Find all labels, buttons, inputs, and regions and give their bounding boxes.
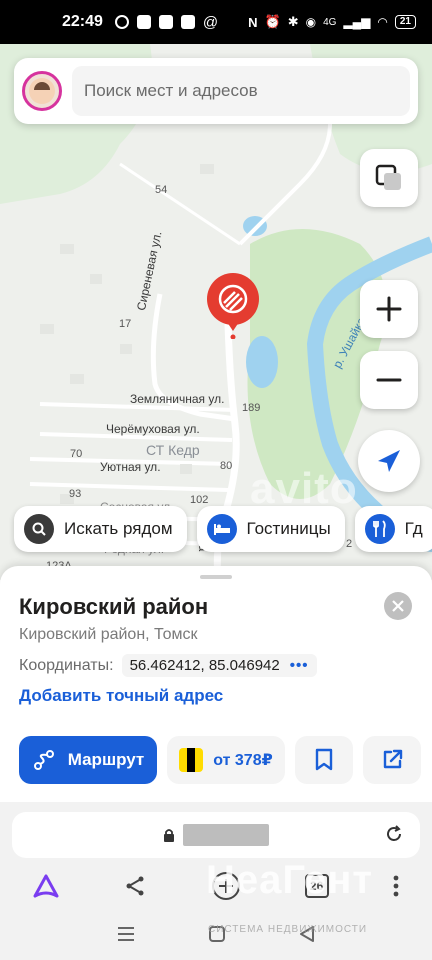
url-text-redacted <box>183 824 269 846</box>
house-number: 102 <box>190 494 209 506</box>
house-number: 93 <box>69 488 82 500</box>
url-bar[interactable] <box>12 812 420 858</box>
share-icon[interactable] <box>123 874 147 898</box>
search-card: Поиск мест и адресов <box>14 58 418 124</box>
location-icon: ◉ <box>305 15 317 29</box>
place-title: Кировский район <box>19 594 209 619</box>
bookmark-icon <box>315 748 333 771</box>
plus-icon <box>376 296 402 322</box>
fork-knife-icon <box>364 514 395 544</box>
status-time: 22:49 <box>62 13 103 30</box>
close-icon <box>392 600 404 612</box>
close-button[interactable] <box>384 592 412 620</box>
my-location-button[interactable] <box>358 430 420 492</box>
wifi-icon: ◠ <box>377 15 388 29</box>
more-icon[interactable]: ••• <box>290 657 309 674</box>
district-label: СТ Кедр <box>146 442 200 458</box>
coordinates-row: Координаты: 56.462412, 85.046942 ••• <box>19 654 317 677</box>
street-label-cheremukhovaya: Черёмуховая ул. <box>106 422 200 436</box>
user-avatar[interactable] <box>22 71 62 111</box>
taxi-button[interactable]: от 378₽ <box>167 736 285 784</box>
route-button[interactable]: Маршрут <box>19 736 157 784</box>
bookmark-button[interactable] <box>295 736 353 784</box>
place-card: Кировский район Кировский район, Томск К… <box>0 566 432 802</box>
layers-button[interactable] <box>360 149 418 207</box>
share-button[interactable] <box>363 736 421 784</box>
message-icon <box>136 15 151 29</box>
chip-food[interactable]: Гд <box>354 506 432 552</box>
signal-icon: ▂▄▆ <box>343 15 371 29</box>
sheet-grabber[interactable] <box>200 575 232 579</box>
chip-hotels[interactable]: Гостиницы <box>196 506 345 552</box>
category-chips: Искать рядом Гостиницы Гд <box>14 506 432 552</box>
notification-b-icon <box>114 15 129 29</box>
status-bar: 22:49 @ N ⏰ ✱ ◉ 4G ▂▄▆ ◠ 21 <box>0 0 432 44</box>
house-number: 17 <box>119 318 132 330</box>
navigation-arrow-icon <box>378 450 400 472</box>
house-number: 80 <box>220 460 233 472</box>
zoom-out-button[interactable] <box>360 351 418 409</box>
network-label: 4G <box>323 16 337 28</box>
place-actions: Маршрут от 378₽ <box>19 736 421 784</box>
chip-label: Гостиницы <box>246 519 331 538</box>
route-icon <box>33 750 54 770</box>
search-icon <box>24 514 54 544</box>
reload-icon[interactable] <box>384 824 404 844</box>
search-input[interactable]: Поиск мест и адресов <box>72 66 410 116</box>
taxi-price: от 378₽ <box>213 752 273 769</box>
chip-search-nearby[interactable]: Искать рядом <box>14 506 187 552</box>
bed-icon <box>206 514 237 544</box>
system-icons: N ⏰ ✱ ◉ 4G ▂▄▆ ◠ 21 <box>248 14 416 30</box>
at-icon: @ <box>202 13 219 31</box>
chat-icon <box>180 15 195 29</box>
alarm-icon: ⏰ <box>264 14 281 29</box>
nfc-icon: N <box>248 14 258 30</box>
menu-dots-icon[interactable] <box>392 874 400 898</box>
share-external-icon <box>383 749 403 769</box>
coordinates-label: Координаты: <box>19 656 114 674</box>
bluetooth-icon: ✱ <box>287 14 299 29</box>
lock-icon <box>164 829 174 842</box>
avatar-image <box>29 78 55 104</box>
taxi-logo-icon <box>179 748 204 772</box>
chip-label: Искать рядом <box>64 519 173 538</box>
location-pin-icon[interactable] <box>205 273 261 339</box>
layers-icon <box>375 164 401 190</box>
chip-label: Гд <box>404 519 423 538</box>
browser-toolbar: 26 НеаГент <box>0 802 432 908</box>
alice-icon[interactable] <box>32 873 60 899</box>
brand-watermark-subtitle: СИСТЕМА НЕДВИЖИМОСТИ <box>208 924 368 935</box>
house-number: 189 <box>242 402 261 414</box>
coordinates-value[interactable]: 56.462412, 85.046942 ••• <box>121 654 317 677</box>
street-label-uyutnaya: Уютная ул. <box>100 460 161 474</box>
recent-apps-icon[interactable] <box>117 926 135 942</box>
app-icon <box>158 15 173 29</box>
house-number: 54 <box>155 184 168 196</box>
coordinates-text: 56.462412, 85.046942 <box>129 657 280 674</box>
battery-icon: 21 <box>394 15 416 29</box>
brand-watermark: НеаГент <box>206 858 374 902</box>
notification-icons: @ <box>114 13 219 31</box>
minus-icon <box>376 378 402 382</box>
place-subtitle: Кировский район, Томск <box>19 626 198 643</box>
zoom-in-button[interactable] <box>360 280 418 338</box>
add-address-link[interactable]: Добавить точный адрес <box>19 686 223 706</box>
route-label: Маршрут <box>67 750 145 769</box>
house-number: 70 <box>70 448 83 460</box>
street-label-zemlyanichnaya: Земляничная ул. <box>130 392 225 406</box>
